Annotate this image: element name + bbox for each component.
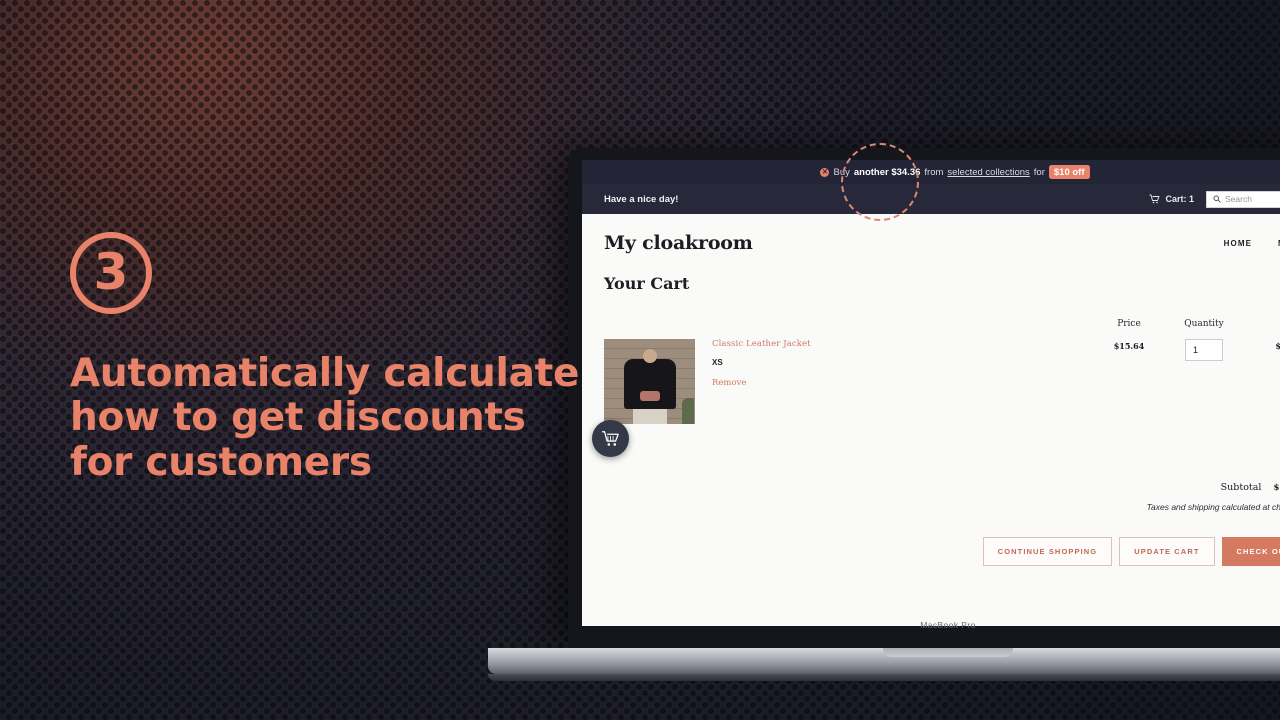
cart-page: My cloakroom HOME MENU Your Cart Price Q…	[582, 214, 1280, 626]
floating-cart-button[interactable]	[592, 420, 629, 457]
promo-headline-line-2: how to get discounts	[70, 395, 526, 441]
step-number-badge: 3	[70, 232, 152, 314]
col-price-header: Price	[1117, 319, 1141, 329]
discount-badge: $10 off	[1048, 165, 1090, 179]
check-out-button[interactable]: CHECK OUT	[1221, 537, 1280, 566]
product-info-cell: Classic Leather Jacket XS Remove	[699, 339, 1094, 424]
cart-table-header: Price Quantity Total	[604, 319, 1280, 329]
device-label: MacBook Pro	[920, 620, 976, 630]
remove-item-link[interactable]: Remove	[712, 378, 1094, 388]
promo-headline-line-1: Automatically calculate	[70, 351, 580, 396]
laptop-notch	[883, 648, 1013, 657]
col-product-header	[699, 319, 1094, 329]
update-cart-button[interactable]: UPDATE CART	[1119, 537, 1215, 566]
product-variant: XS	[712, 358, 723, 367]
slide-canvas: 3 Automatically calculate how to get dis…	[0, 0, 1280, 720]
col-total-header: Total	[1244, 319, 1280, 329]
announcement-collections-link[interactable]: selected collections	[947, 167, 1029, 178]
store-topbar: Have a nice day! Cart: 1 Search	[582, 184, 1280, 214]
thumbnail-head	[642, 349, 657, 363]
thumbnail-plant	[682, 398, 694, 424]
shopping-cart-icon	[602, 431, 619, 446]
browser-screen: ✕ Buy another $34.36 from selected colle…	[582, 160, 1280, 626]
product-image-cell	[604, 339, 699, 424]
announcement-suffix: for	[1033, 166, 1045, 178]
laptop-lid: ✕ Buy another $34.36 from selected colle…	[568, 148, 1280, 648]
nav-item-home[interactable]: HOME	[1224, 239, 1252, 248]
product-name-link[interactable]: Classic Leather Jacket	[712, 339, 1094, 349]
promo-headline: Automatically calculate how to get disco…	[70, 351, 580, 485]
product-price: $15.64	[1113, 341, 1145, 351]
page-title: Your Cart	[604, 274, 690, 293]
quantity-stepper[interactable]: 1	[1185, 339, 1223, 361]
tax-shipping-note: Taxes and shipping calculated at checkou…	[1146, 502, 1280, 512]
cart-actions: CONTINUE SHOPPING UPDATE CART CHECK OUT	[604, 537, 1280, 566]
subtotal-label: Subtotal	[1220, 482, 1262, 493]
quantity-cell: 1	[1164, 339, 1244, 424]
table-row: Classic Leather Jacket XS Remove $15.64 …	[604, 339, 1280, 424]
search-input[interactable]: Search	[1206, 190, 1280, 208]
col-quantity-header: Quantity	[1184, 319, 1224, 329]
continue-shopping-button[interactable]: CONTINUE SHOPPING	[982, 537, 1113, 566]
greeting-text: Have a nice day!	[604, 193, 679, 205]
announcement-bar: ✕ Buy another $34.36 from selected colle…	[582, 160, 1280, 184]
shopping-cart-icon	[1149, 194, 1160, 204]
search-icon	[1213, 195, 1221, 203]
col-image-header	[604, 319, 699, 329]
product-total: $15.64	[1275, 341, 1280, 351]
brand-title: My cloakroom	[604, 232, 753, 254]
promo-headline-line-3: for customers	[70, 439, 372, 485]
laptop-foot	[488, 674, 1280, 681]
cart-link[interactable]: Cart: 1	[1149, 194, 1194, 204]
cart-totals: Subtotal $15.64 Taxes and shipping calcu…	[604, 482, 1280, 512]
announcement-middle: from	[924, 166, 944, 178]
subtotal-value: $15.64	[1273, 483, 1280, 493]
topbar-right-group: Cart: 1 Search	[1149, 190, 1280, 208]
main-nav: HOME MENU	[1224, 239, 1280, 248]
thumbnail-jacket	[623, 359, 676, 409]
thumbnail-hands	[639, 391, 660, 401]
promo-block: 3 Automatically calculate how to get dis…	[70, 232, 580, 485]
subtotal-row: Subtotal $15.64	[604, 482, 1280, 493]
cart-count-label: Cart: 1	[1165, 194, 1194, 204]
close-circle-icon[interactable]: ✕	[820, 167, 830, 177]
product-thumbnail[interactable]	[604, 339, 695, 424]
laptop-mockup: ✕ Buy another $34.36 from selected colle…	[488, 148, 1280, 681]
site-header: My cloakroom HOME MENU	[604, 232, 1280, 254]
annotation-highlight-circle	[841, 143, 919, 221]
search-placeholder: Search	[1225, 194, 1252, 204]
step-number-text: 3	[93, 242, 129, 301]
